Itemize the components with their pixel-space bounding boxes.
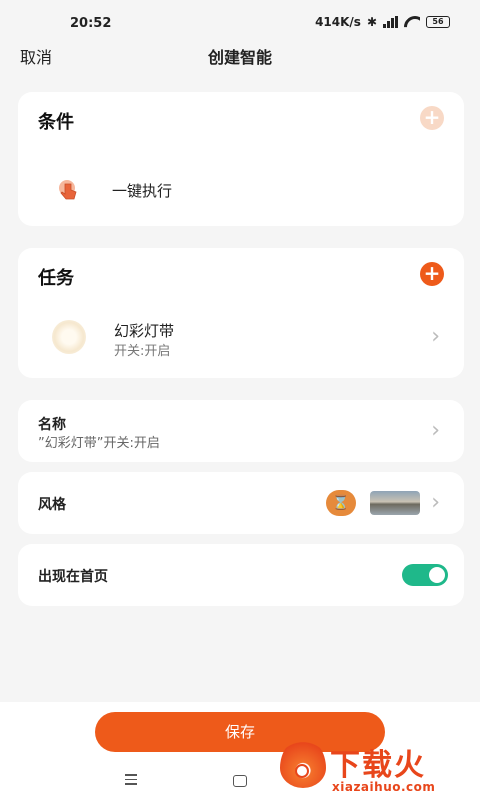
status-time: 20:52 bbox=[70, 16, 112, 31]
bluetooth-icon: ✱ bbox=[366, 15, 377, 29]
task-item-name[interactable]: 幻彩灯带 bbox=[114, 320, 174, 341]
battery-icon: 56 bbox=[426, 16, 450, 28]
flame-icon bbox=[280, 738, 326, 788]
task-title: 任务 bbox=[38, 268, 74, 289]
network-speed: 414K/s bbox=[315, 15, 361, 29]
add-condition-button[interactable]: + bbox=[420, 106, 444, 130]
chevron-right-icon[interactable]: › bbox=[431, 420, 440, 442]
cancel-button[interactable]: 取消 bbox=[20, 44, 52, 68]
style-thumbnail[interactable] bbox=[370, 491, 420, 515]
status-icons: 414K/s ✱ 56 bbox=[315, 15, 450, 29]
condition-card: 条件 + 一键执行 bbox=[18, 92, 464, 226]
hourglass-icon: ⌛ bbox=[326, 490, 356, 516]
style-row[interactable]: 风格 ⌛ › bbox=[18, 472, 464, 534]
task-item-status: 开关:开启 bbox=[114, 344, 171, 359]
style-label: 风格 bbox=[38, 497, 66, 513]
chevron-right-icon[interactable]: › bbox=[431, 492, 440, 514]
tap-icon bbox=[59, 180, 77, 200]
show-on-home-toggle[interactable] bbox=[402, 564, 448, 586]
download-icon bbox=[295, 764, 309, 778]
one-tap-execute-item[interactable]: 一键执行 bbox=[112, 180, 172, 201]
toggle-knob bbox=[429, 567, 445, 583]
chevron-right-icon[interactable]: › bbox=[431, 326, 440, 348]
home-icon[interactable] bbox=[233, 775, 247, 787]
watermark-text: 下载火 bbox=[330, 748, 426, 783]
watermark-logo: 下载火 xiazaihuo.com bbox=[274, 738, 474, 798]
task-card: 任务 + 幻彩灯带 开关:开启 › bbox=[18, 248, 464, 378]
page-title: 创建智能 bbox=[207, 48, 272, 67]
show-on-home-label: 出现在首页 bbox=[38, 569, 108, 585]
add-task-button[interactable]: + bbox=[420, 262, 444, 286]
signal-icon bbox=[383, 16, 398, 28]
name-value: ”幻彩灯带”开关:开启 bbox=[38, 436, 160, 451]
wifi-icon bbox=[404, 16, 420, 28]
menu-icon[interactable] bbox=[125, 774, 139, 785]
light-strip-icon bbox=[52, 320, 86, 354]
watermark-url: xiazaihuo.com bbox=[332, 780, 436, 794]
show-on-home-row: 出现在首页 bbox=[18, 544, 464, 606]
name-label: 名称 bbox=[38, 417, 66, 433]
name-row[interactable]: 名称 ”幻彩灯带”开关:开启 › bbox=[18, 400, 464, 462]
top-nav: 创建智能 取消 bbox=[0, 40, 480, 70]
condition-title: 条件 bbox=[38, 112, 74, 133]
